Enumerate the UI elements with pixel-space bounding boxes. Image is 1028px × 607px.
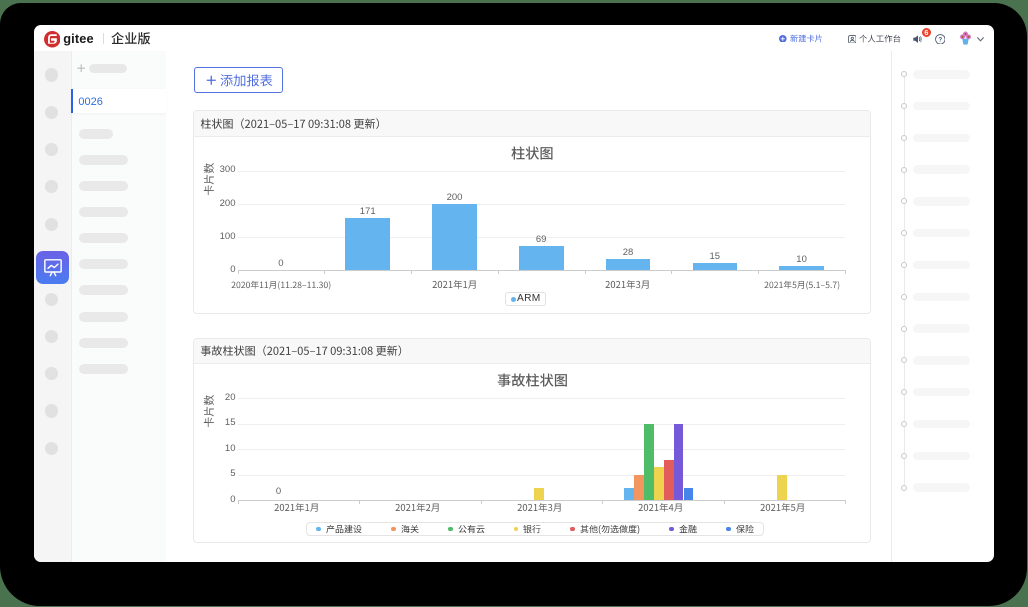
svg-text:?: ?: [938, 36, 942, 43]
